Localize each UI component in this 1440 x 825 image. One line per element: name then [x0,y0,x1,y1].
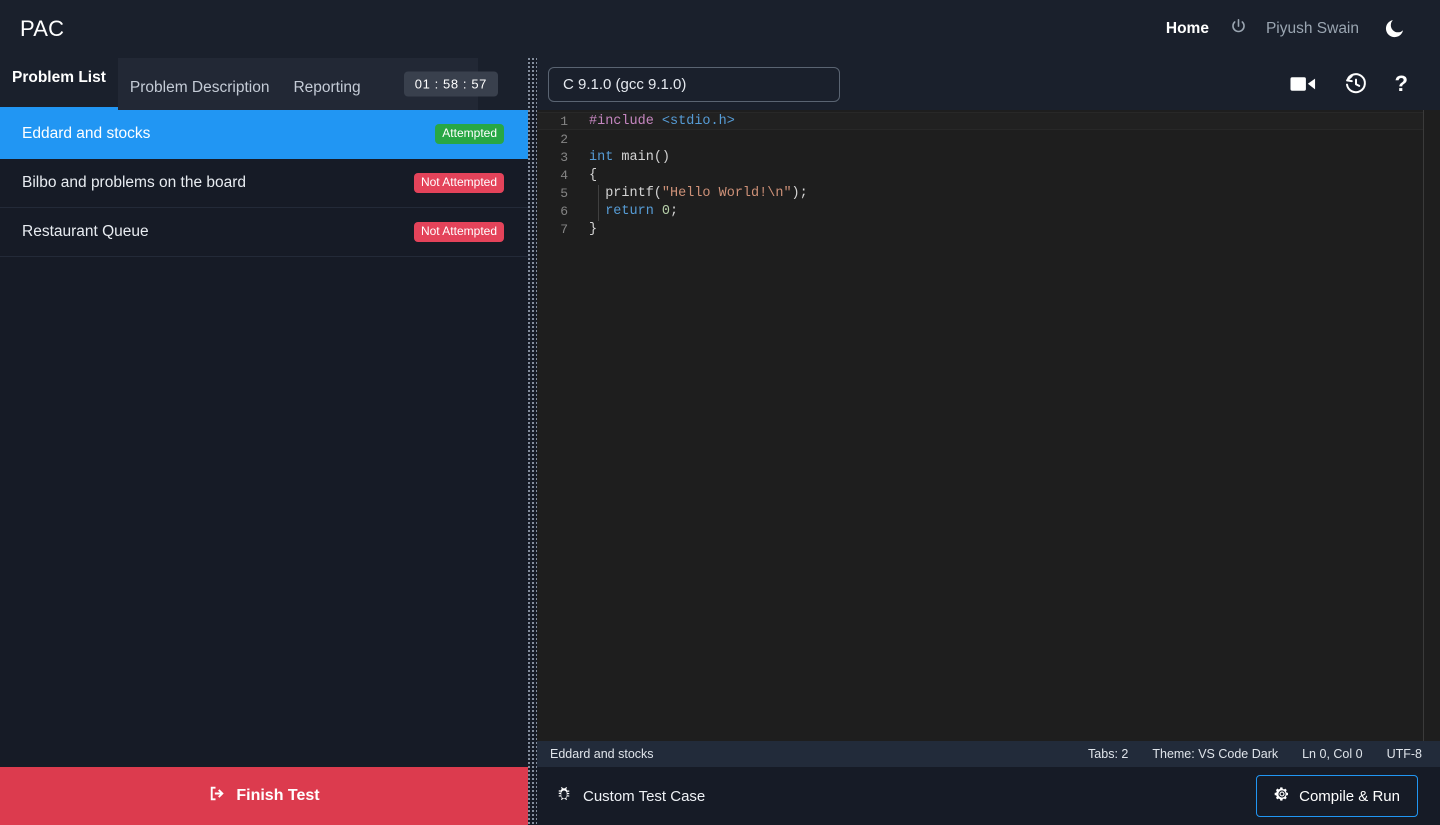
top-navbar: PAC Home Piyush Swain [0,0,1440,58]
code-token: "Hello World!\n" [662,186,792,201]
custom-test-case-label: Custom Test Case [583,788,705,805]
code-token [654,204,662,219]
code-text: printf("Hello World!\n"); [579,185,808,203]
code-line: 3 int main() [537,149,1440,167]
line-number: 5 [537,185,579,203]
code-token: ; [670,204,678,219]
finish-test-button[interactable]: Finish Test [0,767,528,825]
status-bar-right-group: Tabs: 2 Theme: VS Code Dark Ln 0, Col 0 … [1088,747,1422,761]
code-text: { [579,167,597,185]
code-token: 0 [662,204,670,219]
code-line: 2 [537,131,1440,149]
problem-list-item[interactable]: Bilbo and problems on the board Not Atte… [0,159,528,208]
code-content: 1 #include <stdio.h> 2 3 int main() 4 { [537,110,1440,239]
code-line: 1 #include <stdio.h> [537,113,1440,131]
tab-problem-list[interactable]: Problem List [0,58,118,110]
code-line: 6 return 0; [537,203,1440,221]
nav-home-link[interactable]: Home [1164,18,1211,40]
code-token: } [589,222,597,237]
app-brand: PAC [20,16,64,42]
countdown-timer: 01 : 58 : 57 [404,72,498,97]
code-token: int [589,150,613,165]
status-file-name: Eddard and stocks [550,747,654,761]
navbar-right-group: Home Piyush Swain [1164,17,1406,42]
line-number: 1 [537,113,579,131]
gear-icon [1274,786,1290,806]
help-icon[interactable]: ? [1395,73,1408,95]
code-token: { [589,168,597,183]
code-editor[interactable]: 1 #include <stdio.h> 2 3 int main() 4 { [537,110,1440,741]
power-icon[interactable] [1229,17,1248,41]
editor-bottom-bar: Custom Test Case Compile & Run [537,767,1440,825]
line-number: 3 [537,149,579,167]
status-badge: Not Attempted [414,222,504,241]
problem-title: Bilbo and problems on the board [22,174,246,192]
status-tabs: Tabs: 2 [1088,747,1128,761]
sign-out-icon [208,784,227,808]
line-number: 4 [537,167,579,185]
code-line: 4 { [537,167,1440,185]
left-panel: Problem List Problem Description Reporti… [0,58,528,825]
history-icon[interactable] [1344,72,1368,96]
indent-guide [598,185,599,203]
code-text: return 0; [579,203,678,221]
editor-status-bar: Eddard and stocks Tabs: 2 Theme: VS Code… [537,741,1440,767]
problem-list-item[interactable]: Eddard and stocks Attempted [0,110,528,159]
finish-test-label: Finish Test [236,787,319,805]
code-token: return [605,204,654,219]
code-token: <stdio.h> [662,114,735,129]
custom-test-case-button[interactable]: Custom Test Case [555,785,705,807]
language-select[interactable]: C 9.1.0 (gcc 9.1.0) [548,67,840,102]
moon-icon[interactable] [1381,17,1406,42]
compile-and-run-label: Compile & Run [1299,788,1400,805]
compile-and-run-button[interactable]: Compile & Run [1256,775,1418,817]
problem-title: Eddard and stocks [22,125,150,143]
code-token: printf( [589,186,662,201]
language-select-value: C 9.1.0 (gcc 9.1.0) [563,76,686,93]
code-token: main() [613,150,670,165]
line-number: 7 [537,221,579,239]
line-number: 6 [537,203,579,221]
status-theme: Theme: VS Code Dark [1152,747,1278,761]
line-number: 2 [537,131,579,149]
status-encoding: UTF-8 [1387,747,1422,761]
status-cursor-position: Ln 0, Col 0 [1302,747,1362,761]
app-root: PAC Home Piyush Swain Problem List Probl… [0,0,1440,825]
status-badge: Not Attempted [414,173,504,192]
code-text: } [579,221,597,239]
indent-guide [598,203,599,221]
status-badge: Attempted [435,124,504,143]
code-line: 7 } [537,221,1440,239]
problem-list: Eddard and stocks Attempted Bilbo and pr… [0,110,528,767]
code-text: #include <stdio.h> [579,113,735,131]
code-line: 5 printf("Hello World!\n"); [537,185,1440,203]
code-text: int main() [579,149,670,167]
problem-title: Restaurant Queue [22,223,149,241]
bug-icon [555,785,573,807]
problem-tabbar: Problem List Problem Description Reporti… [0,58,528,110]
tab-problem-description[interactable]: Problem Description [118,79,282,110]
tab-reporting[interactable]: Reporting [281,79,372,110]
code-token: ); [792,186,808,201]
video-camera-icon[interactable] [1290,74,1317,94]
editor-toolbar: C 9.1.0 (gcc 9.1.0) ? [537,58,1440,110]
user-name-label: Piyush Swain [1266,20,1359,38]
editor-toolbar-icons: ? [1290,72,1408,96]
problem-list-item[interactable]: Restaurant Queue Not Attempted [0,208,528,257]
code-text [579,131,589,149]
editor-panel: C 9.1.0 (gcc 9.1.0) ? [537,58,1440,825]
code-token: #include [589,114,662,129]
panel-resize-handle[interactable] [528,58,537,825]
